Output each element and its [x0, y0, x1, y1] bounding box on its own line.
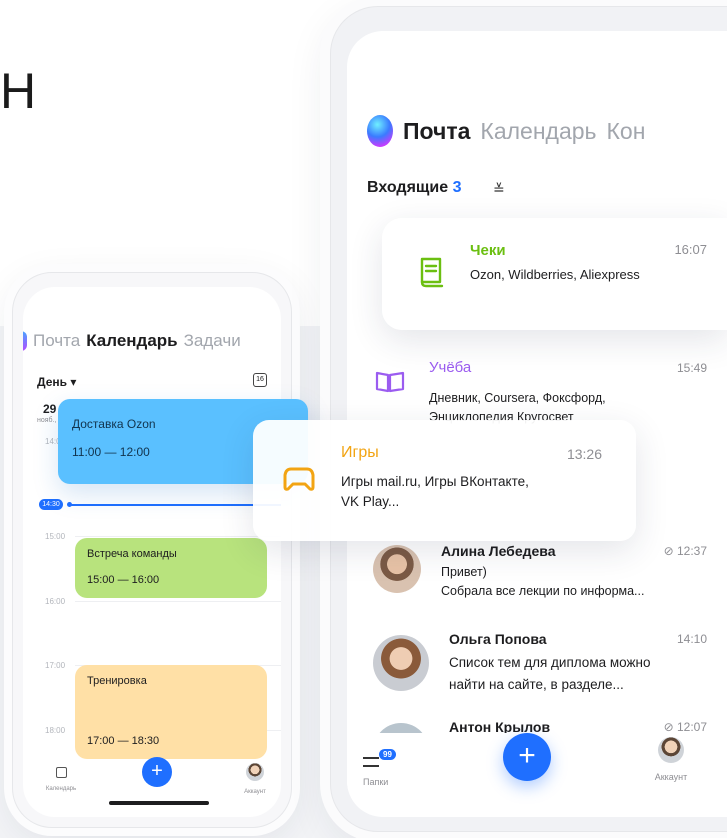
group-games[interactable]: Игры 13:26 Игры mail.ru, Игры ВКонтакте,…: [253, 420, 636, 541]
message-time: ⊘ 12:37: [663, 544, 707, 558]
nav-account[interactable]: Аккаунт: [643, 737, 699, 782]
message-line1: Привет): [441, 565, 487, 579]
group-time: 13:26: [566, 446, 602, 462]
group-receipts[interactable]: Чеки 16:07 Ozon, Wildberries, Aliexpress: [382, 218, 727, 330]
group-time: 15:49: [676, 361, 707, 375]
current-time-line: [69, 504, 281, 506]
event-training[interactable]: Тренировка 17:00 — 18:30: [75, 665, 267, 759]
nav-account-label: Аккаунт: [654, 772, 688, 782]
nav-account-label: Аккаунт: [244, 789, 266, 795]
group-line1: Игры mail.ru, Игры ВКонтакте,: [341, 474, 529, 489]
current-time-badge: 14:30: [39, 499, 63, 510]
tab-mail[interactable]: Почта: [403, 118, 470, 145]
event-title: Тренировка: [87, 675, 147, 687]
filter-icon[interactable]: ≚: [493, 181, 505, 198]
receipt-icon: [420, 257, 444, 288]
nav-calendar[interactable]: Календарь: [37, 765, 85, 792]
attachment-icon: ⊘: [663, 544, 674, 558]
tab-calendar[interactable]: Календарь: [86, 331, 177, 351]
book-icon: [375, 371, 405, 393]
attachment-icon: ⊘: [663, 720, 674, 734]
date-day: 29: [43, 402, 57, 416]
app-logo-icon: [23, 331, 27, 351]
message-line2: найти на сайте, в разделе...: [449, 677, 624, 692]
event-time: 17:00 — 18:30: [87, 735, 160, 747]
calendar-screen: Почта Календарь Задачи День ▾ 16 29 нояб…: [23, 287, 281, 817]
calendar-phone: Почта Календарь Задачи День ▾ 16 29 нояб…: [12, 272, 292, 828]
gamepad-icon: [283, 467, 315, 491]
hour-label: 18:00: [45, 726, 66, 735]
chevron-down-icon: ▾: [70, 375, 77, 389]
nav-account[interactable]: Аккаунт: [233, 763, 277, 795]
home-indicator: [109, 801, 209, 805]
menu-icon: [363, 757, 379, 767]
calendar-icon[interactable]: 16: [253, 373, 267, 387]
group-senders: Ozon, Wildberries, Aliexpress: [470, 267, 640, 282]
add-event-button[interactable]: +: [142, 757, 172, 787]
app-tabs: Почта Календарь Кон: [367, 115, 645, 147]
calendar-icon: [55, 767, 67, 778]
event-title: Доставка Ozon: [72, 417, 156, 431]
hour-label: 17:00: [45, 661, 66, 670]
avatar: [373, 545, 421, 593]
message-line2: Собрала все лекции по информа...: [441, 584, 645, 598]
message-time: 14:10: [676, 632, 707, 646]
tab-contacts[interactable]: Кон: [607, 118, 646, 145]
hour-label: 16:00: [45, 597, 66, 606]
group-title: Чеки: [470, 242, 506, 259]
group-time: 16:07: [674, 242, 707, 257]
app-logo-icon: [367, 115, 393, 147]
group-title: Учёба: [429, 359, 472, 376]
inbox-count: 3: [452, 179, 462, 196]
compose-button[interactable]: +: [503, 733, 551, 781]
inbox-header[interactable]: Входящие 3: [367, 179, 462, 197]
tab-tasks[interactable]: Задачи: [184, 331, 241, 351]
event-team-meeting[interactable]: Встреча команды 15:00 — 16:00: [75, 538, 267, 598]
grid-line: [75, 536, 281, 537]
nav-folders-label: Папки: [363, 777, 389, 787]
view-selector[interactable]: День ▾: [37, 375, 76, 389]
message-line1: Список тем для диплома можно: [449, 655, 651, 670]
grid-line: [75, 601, 281, 602]
avatar: [373, 635, 429, 691]
folders-badge: 99: [379, 749, 396, 760]
mail-phone: Почта Календарь Кон Входящие 3 ≚ Учёба 1…: [330, 6, 727, 832]
message-time: ⊘ 12:07: [663, 720, 707, 734]
avatar: [246, 763, 264, 781]
event-time: 15:00 — 16:00: [87, 574, 160, 586]
date-month: нояб.,: [37, 417, 57, 424]
message-sender: Ольга Попова: [449, 631, 547, 647]
nav-folders[interactable]: 99 Папки: [363, 749, 403, 787]
nav-calendar-label: Календарь: [45, 786, 77, 792]
tab-calendar[interactable]: Календарь: [480, 118, 596, 145]
event-title: Встреча команды: [87, 548, 177, 560]
heading-fragment: Н: [0, 63, 39, 119]
group-line2: VK Play...: [341, 494, 400, 509]
message-sender: Алина Лебедева: [441, 543, 556, 559]
tab-mail[interactable]: Почта: [33, 331, 80, 351]
avatar: [658, 737, 684, 763]
hour-label: 15:00: [45, 532, 66, 541]
group-line1: Дневник, Coursera, Фоксфорд,: [429, 391, 606, 405]
app-tabs: Почта Календарь Задачи: [23, 331, 241, 351]
